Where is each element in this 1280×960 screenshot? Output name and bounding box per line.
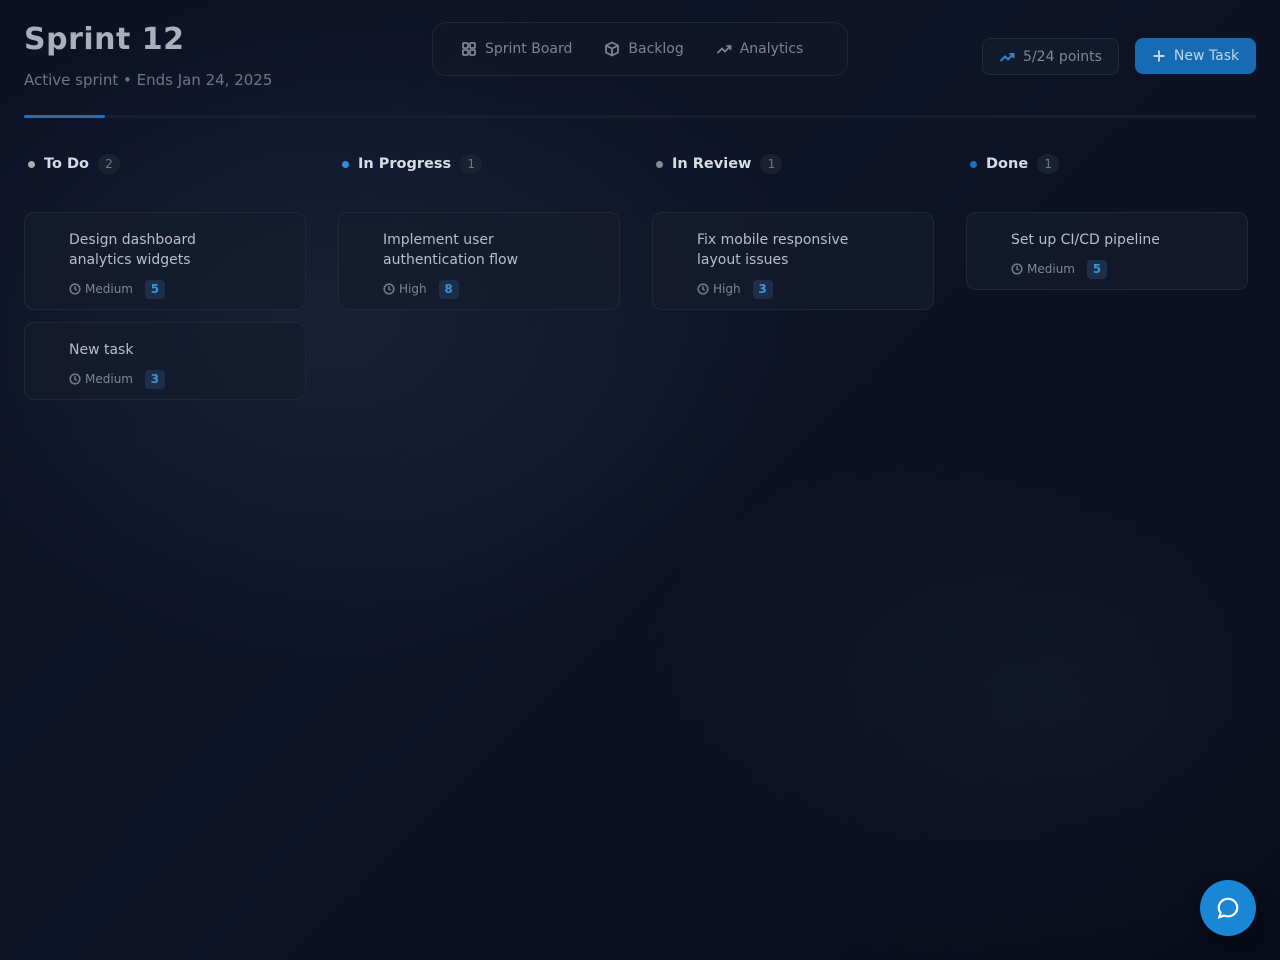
column-done: Done 1 Set up CI/CD pipeline Medium 5: [966, 152, 1248, 290]
task-title: Implement user authentication flow: [383, 232, 519, 268]
task-priority: Medium: [85, 282, 133, 296]
tab-label: Sprint Board: [485, 41, 573, 57]
column-header: In Review 1: [652, 152, 934, 176]
column-todo: To Do 2 Design dashboard analytics widge…: [24, 152, 306, 400]
sprint-progress-bar: [24, 115, 1256, 118]
column-count-badge: 1: [1037, 154, 1060, 174]
column-title: In Progress: [358, 156, 452, 172]
story-points-badge: 3: [144, 369, 165, 389]
status-dot: [342, 160, 349, 168]
view-tabs: Sprint Board Backlog Analytics: [432, 22, 848, 76]
tab-sprint-board[interactable]: Sprint Board: [447, 33, 586, 65]
task-title: New task: [69, 342, 134, 358]
chat-bubble-icon: [1217, 897, 1239, 919]
task-meta: High 8: [383, 279, 603, 299]
task-card[interactable]: New task Medium 3: [24, 322, 306, 400]
plus-icon: [1153, 50, 1165, 62]
column-header: In Progress 1: [338, 152, 620, 176]
task-card[interactable]: Set up CI/CD pipeline Medium 5: [966, 212, 1248, 290]
card-list: Set up CI/CD pipeline Medium 5: [966, 212, 1248, 302]
box-icon: [605, 41, 620, 57]
task-title: Set up CI/CD pipeline: [1011, 232, 1160, 248]
task-priority: Medium: [85, 372, 133, 386]
column-header: To Do 2: [24, 152, 306, 176]
status-dot: [970, 160, 977, 168]
task-meta: High 3: [697, 279, 917, 299]
tab-label: Backlog: [628, 41, 684, 57]
task-priority: Medium: [1027, 262, 1075, 276]
task-card[interactable]: Design dashboard analytics widgets Mediu…: [24, 212, 306, 310]
task-priority: High: [399, 282, 427, 296]
clock-icon: [69, 373, 81, 385]
task-meta: Medium 5: [69, 279, 289, 299]
column-title: To Do: [44, 156, 89, 172]
page-title: Sprint 12: [24, 22, 185, 57]
clock-icon: [1011, 263, 1023, 275]
clock-icon: [69, 283, 81, 295]
chat-button[interactable]: [1200, 880, 1256, 936]
column-header: Done 1: [966, 152, 1248, 176]
status-dot: [656, 160, 663, 168]
task-title: Fix mobile responsive layout issues: [697, 232, 849, 268]
task-card[interactable]: Fix mobile responsive layout issues High…: [652, 212, 934, 310]
story-points-badge: 8: [438, 279, 459, 299]
story-points-badge: 5: [1086, 259, 1107, 279]
grid-icon: [462, 42, 476, 56]
status-dot: [28, 160, 35, 168]
column-count-badge: 1: [460, 154, 483, 174]
story-points-badge: 3: [752, 279, 773, 299]
trending-up-icon: [999, 52, 1015, 62]
trending-up-icon: [716, 45, 732, 54]
clock-icon: [697, 283, 709, 295]
column-count-badge: 1: [760, 154, 783, 174]
sprint-progress-fill: [24, 115, 106, 118]
story-points-badge: 5: [144, 279, 165, 299]
clock-icon: [383, 283, 395, 295]
tab-backlog[interactable]: Backlog: [590, 33, 697, 65]
sprint-subtitle: Active sprint • Ends Jan 24, 2025: [24, 71, 273, 89]
points-summary: 5/24 points: [982, 38, 1119, 75]
sprint-header: Sprint 12 Active sprint • Ends Jan 24, 2…: [24, 22, 272, 90]
tab-label: Analytics: [739, 41, 804, 57]
task-title: Design dashboard analytics widgets: [69, 232, 196, 268]
card-list: Design dashboard analytics widgets Mediu…: [24, 212, 306, 412]
task-meta: Medium 5: [1011, 259, 1231, 279]
column-in-progress: In Progress 1 Implement user authenticat…: [338, 152, 620, 310]
card-list: Implement user authentication flow High …: [338, 212, 620, 322]
new-task-button[interactable]: New Task: [1135, 38, 1256, 74]
task-meta: Medium 3: [69, 369, 289, 389]
tab-analytics[interactable]: Analytics: [702, 33, 818, 65]
column-title: Done: [986, 156, 1029, 172]
column-title: In Review: [672, 156, 752, 172]
points-label: 5/24 points: [1023, 48, 1102, 65]
task-priority: High: [713, 282, 741, 296]
new-task-label: New Task: [1173, 48, 1240, 64]
task-card[interactable]: Implement user authentication flow High …: [338, 212, 620, 310]
column-in-review: In Review 1 Fix mobile responsive layout…: [652, 152, 934, 310]
card-list: Fix mobile responsive layout issues High…: [652, 212, 934, 322]
column-count-badge: 2: [97, 154, 120, 174]
